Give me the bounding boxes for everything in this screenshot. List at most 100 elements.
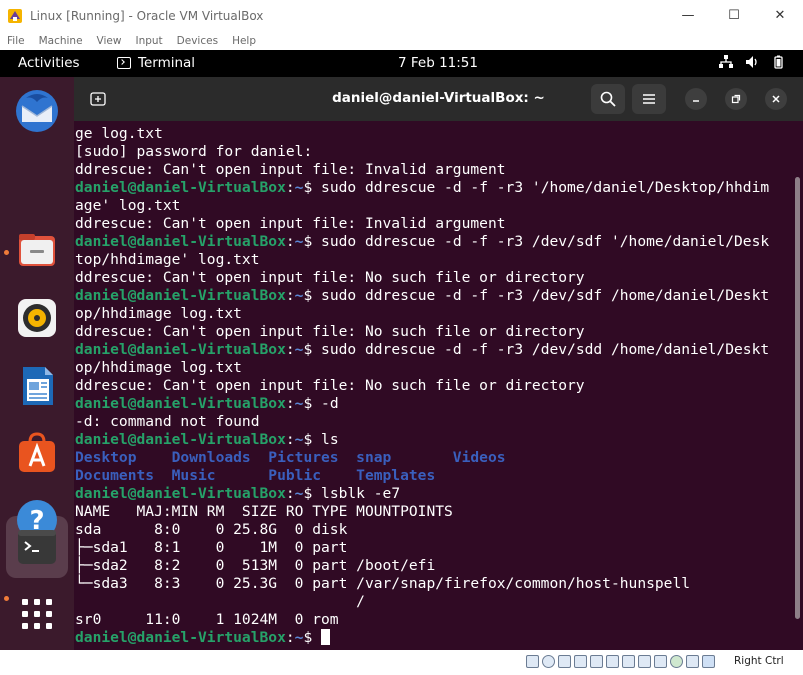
prompt-user-host: daniel@daniel-VirtualBox xyxy=(75,485,286,502)
app-menu-label: Terminal xyxy=(138,55,196,71)
menu-button[interactable] xyxy=(632,84,666,114)
terminal-minimize-button[interactable] xyxy=(685,88,707,110)
terminal-window: daniel@daniel-VirtualBox: ~ ge log.txt [… xyxy=(74,77,803,650)
show-apps-icon xyxy=(22,599,52,629)
terminal-line: ddrescue: Can't open input file: No such… xyxy=(75,323,789,341)
host-close-button[interactable]: ✕ xyxy=(757,0,803,31)
app-menu-terminal[interactable]: Terminal xyxy=(117,55,195,71)
terminal-line: op/hhdimage log.txt xyxy=(75,359,789,377)
virtualbox-app-icon xyxy=(7,8,23,24)
command-text: $ -d xyxy=(303,395,339,412)
terminal-line: ddrescue: Can't open input file: Invalid… xyxy=(75,215,789,233)
dock-app-center[interactable] xyxy=(12,427,62,477)
terminal-line: └─sda3 8:3 0 25.3G 0 part /var/snap/fire… xyxy=(75,575,789,593)
dock: ? xyxy=(0,77,74,650)
menu-view[interactable]: View xyxy=(97,35,122,47)
guest-display: Activities Terminal 7 Feb 11:51 ? daniel… xyxy=(0,50,803,650)
shared-folders-icon[interactable] xyxy=(606,655,619,668)
terminal-line: ge log.txt xyxy=(75,125,789,143)
output-text: NAME MAJ:MIN RM SIZE RO TYPE MOUNTPOINTS xyxy=(75,503,453,520)
output-text: ddrescue: Can't open input file: Invalid… xyxy=(75,215,506,232)
cpu-icon[interactable] xyxy=(686,655,699,668)
terminal-line: [sudo] password for daniel: xyxy=(75,143,789,161)
output-text: sda 8:0 0 25.8G 0 disk xyxy=(75,521,348,538)
minimize-icon: — xyxy=(681,8,695,23)
mouse-integration-icon[interactable] xyxy=(702,655,715,668)
output-text: top/hhdimage' log.txt xyxy=(75,251,260,268)
prompt-user-host: daniel@daniel-VirtualBox xyxy=(75,179,286,196)
thunderbird-icon xyxy=(16,90,58,132)
system-tray[interactable] xyxy=(719,55,785,69)
terminal-line: Desktop Downloads Pictures snap Videos xyxy=(75,449,789,467)
clock[interactable]: 7 Feb 11:51 xyxy=(398,55,478,71)
guest-additions-icon[interactable] xyxy=(670,655,683,668)
terminal-close-button[interactable] xyxy=(765,88,787,110)
dock-terminal[interactable] xyxy=(12,522,62,572)
prompt-user-host: daniel@daniel-VirtualBox xyxy=(75,287,286,304)
usb-icon[interactable] xyxy=(590,655,603,668)
terminal-line: daniel@daniel-VirtualBox:~$ sudo ddrescu… xyxy=(75,341,770,358)
dock-show-apps[interactable] xyxy=(12,589,62,639)
terminal-output[interactable]: ge log.txt [sudo] password for daniel: ddr… xyxy=(75,121,789,650)
terminal-scrollbar[interactable] xyxy=(795,177,800,619)
audio-icon[interactable] xyxy=(558,655,571,668)
terminal-line: -d: command not found xyxy=(75,413,789,431)
terminal-icon xyxy=(18,530,56,564)
terminal-line: sr0 11:0 1 1024M 0 rom xyxy=(75,611,789,629)
video-capture-icon[interactable] xyxy=(638,655,651,668)
text-cursor xyxy=(321,629,331,645)
terminal-line: daniel@daniel-VirtualBox:~$ xyxy=(75,629,789,647)
host-window-title: Linux [Running] - Oracle VM VirtualBox xyxy=(30,8,264,23)
terminal-line: daniel@daniel-VirtualBox:~$ ls xyxy=(75,431,339,448)
rhythmbox-icon xyxy=(18,299,56,337)
output-text: / xyxy=(75,593,365,610)
optical-drive-icon[interactable] xyxy=(542,655,555,668)
terminal-line: ddrescue: Can't open input file: No such… xyxy=(75,269,789,287)
output-text: ddrescue: Can't open input file: Invalid… xyxy=(75,161,506,178)
terminal-line: top/hhdimage' log.txt xyxy=(75,251,789,269)
output-text: [sudo] password for daniel: xyxy=(75,143,313,160)
menu-input[interactable]: Input xyxy=(135,35,162,47)
recording-icon[interactable] xyxy=(654,655,667,668)
terminal-icon xyxy=(117,57,131,69)
network-adapter-icon[interactable] xyxy=(574,655,587,668)
hamburger-menu-icon xyxy=(643,94,655,104)
minimize-icon xyxy=(693,100,699,102)
command-text: $ sudo ddrescue -d -f -r3 /dev/sdf '/hom… xyxy=(303,233,770,250)
host-maximize-button[interactable]: ☐ xyxy=(711,0,757,31)
terminal-line: ├─sda2 8:2 0 513M 0 part /boot/efi xyxy=(75,557,789,575)
display-icon[interactable] xyxy=(622,655,635,668)
prompt-user-host: daniel@daniel-VirtualBox xyxy=(75,341,286,358)
dock-thunderbird[interactable] xyxy=(12,86,62,136)
output-text: ├─sda1 8:1 0 1M 0 part xyxy=(75,539,348,556)
terminal-header-bar: daniel@daniel-VirtualBox: ~ xyxy=(74,77,803,121)
prompt-user-host: daniel@daniel-VirtualBox xyxy=(75,233,286,250)
dock-rhythmbox[interactable] xyxy=(12,293,62,343)
menu-devices[interactable]: Devices xyxy=(177,35,218,47)
menu-machine[interactable]: Machine xyxy=(39,35,83,47)
app-center-icon xyxy=(19,432,55,472)
terminal-restore-button[interactable] xyxy=(725,88,747,110)
network-icon xyxy=(719,55,733,69)
host-statusbar: Right Ctrl xyxy=(0,650,803,675)
dock-libreoffice-writer[interactable] xyxy=(12,361,62,411)
terminal-line: age' log.txt xyxy=(75,197,789,215)
command-text: $ sudo ddrescue -d -f -r3 /dev/sdf /home… xyxy=(303,287,770,304)
menu-help[interactable]: Help xyxy=(232,35,256,47)
terminal-line: daniel@daniel-VirtualBox:~$ lsblk -e7 xyxy=(75,485,401,502)
activities-button[interactable]: Activities xyxy=(18,55,80,71)
output-text: └─sda3 8:3 0 25.3G 0 part /var/snap/fire… xyxy=(75,575,691,592)
host-minimize-button[interactable]: — xyxy=(665,0,711,31)
search-button[interactable] xyxy=(591,84,625,114)
terminal-line: Documents Music Public Templates xyxy=(75,467,789,485)
terminal-line: ddrescue: Can't open input file: Invalid… xyxy=(75,161,789,179)
command-text: $ lsblk -e7 xyxy=(303,485,401,502)
gnome-top-bar: Activities Terminal 7 Feb 11:51 xyxy=(0,50,803,77)
host-titlebar: Linux [Running] - Oracle VM VirtualBox —… xyxy=(0,0,803,31)
menu-file[interactable]: File xyxy=(7,35,25,47)
restore-icon xyxy=(731,94,741,104)
output-text: age' log.txt xyxy=(75,197,181,214)
dock-files[interactable] xyxy=(12,225,62,275)
volume-icon xyxy=(745,55,759,69)
hard-disk-icon[interactable] xyxy=(526,655,539,668)
